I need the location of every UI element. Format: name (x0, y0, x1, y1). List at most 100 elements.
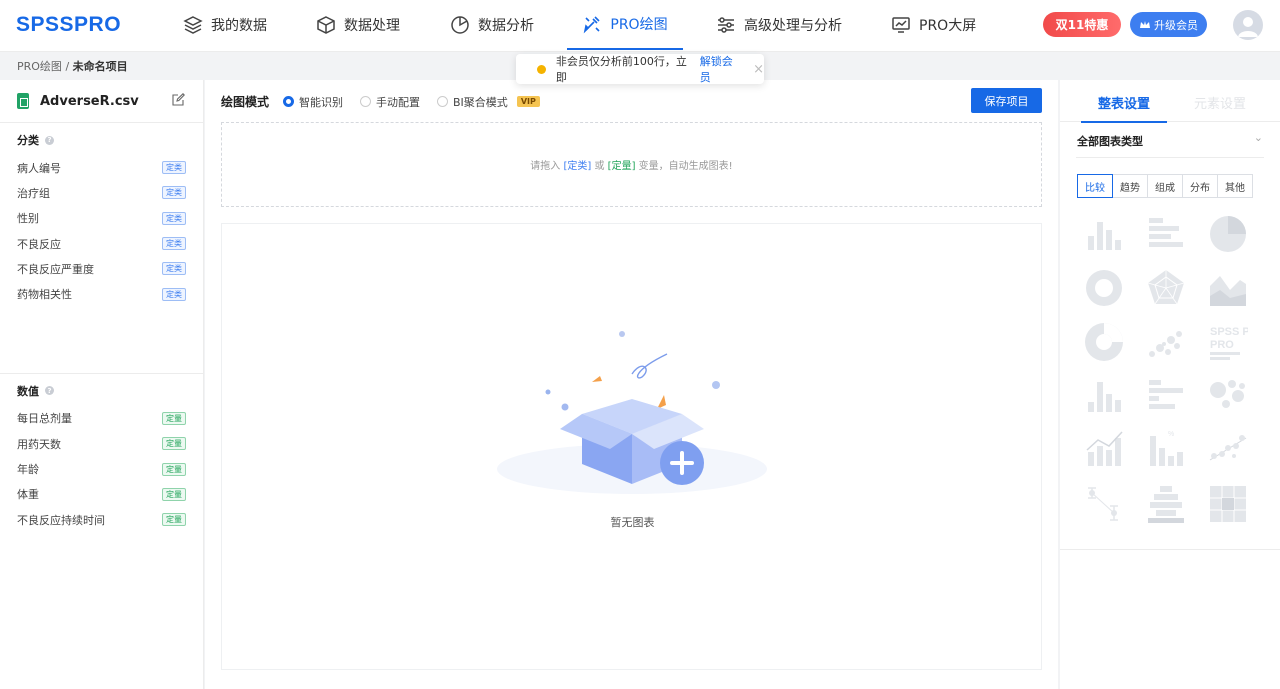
numeric-type-tag: 定量 (162, 487, 186, 501)
numeric-variable-item[interactable]: 不良反应持续时间 定量 (0, 507, 203, 532)
nav-pro-chart[interactable]: PRO绘图 (567, 0, 683, 50)
histogram-icon[interactable] (1084, 376, 1124, 416)
unlock-member-link[interactable]: 解锁会员 (700, 53, 743, 85)
divider (1076, 157, 1264, 158)
numeric-variable-item[interactable]: 用药天数 定量 (0, 431, 203, 456)
drop-hint-text: 请拖入 (530, 161, 561, 172)
categorical-variable-item[interactable]: 不良反应 定类 (0, 231, 203, 256)
horizontal-histogram-icon[interactable] (1146, 376, 1186, 416)
nav-data-processing[interactable]: 数据处理 (316, 0, 400, 50)
edit-icon[interactable] (172, 93, 185, 106)
section-label: 分类 (17, 134, 39, 147)
category-tab[interactable]: 比较 (1077, 174, 1113, 198)
sunburst-chart-icon[interactable] (1084, 322, 1124, 362)
radar-chart-icon[interactable] (1146, 268, 1186, 308)
categorical-type-tag: 定类 (162, 287, 186, 301)
mode-radio-bi[interactable]: BI聚合模式 VIP (437, 94, 540, 110)
breadcrumb-parent[interactable]: PRO绘图 (17, 60, 62, 73)
category-tab[interactable]: 分布 (1182, 174, 1218, 198)
cube-icon (317, 16, 335, 34)
percent-bar-icon[interactable]: % (1146, 430, 1186, 470)
numeric-section-title: 数值 ? (0, 378, 203, 404)
nav-data-analysis[interactable]: 数据分析 (450, 0, 534, 50)
chart-type-dropdown[interactable]: 全部图表类型 ⌄ (1077, 131, 1263, 149)
pie-icon (451, 16, 469, 34)
user-avatar-icon[interactable] (1233, 10, 1263, 40)
variable-name: 体重 (17, 488, 39, 502)
nav-my-data[interactable]: 我的数据 (183, 0, 267, 50)
mode-bar: 绘图模式 智能识别 手动配置 BI聚合模式 VIP (221, 89, 1041, 114)
numeric-variable-item[interactable]: 体重 定量 (0, 482, 203, 507)
empty-state-label: 暂无图表 (610, 516, 655, 529)
mode-radio-smart[interactable]: 智能识别 (283, 94, 343, 110)
scatter-chart-icon[interactable] (1146, 322, 1186, 362)
numeric-list: 每日总剂量 定量 用药天数 定量 年龄 定量 体重 定量 不良反应持续时间 定量 (0, 406, 203, 532)
promo-button[interactable]: 双11特惠 (1043, 12, 1121, 37)
bar-line-combo-icon[interactable] (1084, 430, 1124, 470)
top-navbar: SPSSPRO 我的数据 数据处理 数据分析 PRO绘图 高级处理与分析 PRO… (0, 0, 1280, 52)
spreadsheet-file-icon (17, 93, 29, 109)
numeric-type-tag: 定量 (162, 411, 186, 425)
close-icon[interactable]: × (753, 62, 764, 77)
nav-label: PRO大屏 (919, 18, 977, 34)
heatmap-icon[interactable] (1208, 484, 1248, 524)
funnel-bar-icon[interactable] (1146, 484, 1186, 524)
upgrade-member-button[interactable]: 升级会员 (1130, 12, 1207, 37)
category-tab[interactable]: 趋势 (1112, 174, 1148, 198)
categorical-variable-item[interactable]: 病人编号 定类 (0, 155, 203, 180)
logo[interactable]: SPSSPRO (16, 13, 121, 37)
svg-text:%: % (1168, 431, 1174, 438)
category-tab[interactable]: 组成 (1147, 174, 1183, 198)
crown-icon (1140, 20, 1150, 28)
help-icon[interactable]: ? (45, 135, 54, 145)
variable-name: 治疗组 (17, 186, 50, 200)
member-toast: 非会员仅分析前100行，立即 解锁会员 × (516, 54, 764, 84)
help-icon[interactable]: ? (45, 386, 54, 396)
donut-chart-icon[interactable] (1084, 268, 1124, 308)
categorical-type-tag: 定类 (162, 186, 186, 200)
dropdown-label: 全部图表类型 (1077, 135, 1143, 148)
categorical-variable-item[interactable]: 药物相关性 定类 (0, 281, 203, 306)
category-tab[interactable]: 其他 (1217, 174, 1253, 198)
tab-element-settings[interactable]: 元素设置 (1194, 93, 1246, 112)
breadcrumb: PRO绘图 / 未命名项目 (17, 58, 128, 74)
categorical-variable-item[interactable]: 不良反应严重度 定类 (0, 256, 203, 281)
radio-icon (360, 96, 372, 107)
tab-table-settings[interactable]: 整表设置 (1080, 93, 1168, 123)
numeric-variable-item[interactable]: 年龄 定量 (0, 456, 203, 481)
categorical-variable-item[interactable]: 性别 定类 (0, 206, 203, 231)
nav-label: 我的数据 (211, 18, 267, 34)
categorical-type-tag: 定类 (162, 237, 186, 251)
breadcrumb-current: 未命名项目 (72, 60, 128, 73)
settings-panel: 整表设置 元素设置 全部图表类型 ⌄ 比较趋势组成分布其他 SPSS PROPR… (1060, 80, 1280, 689)
variable-panel: AdverseR.csv 分类 ? 病人编号 定类 治疗组 定类 性别 定类 不良反应 定类不… (0, 80, 204, 689)
categorical-type-tag: 定类 (162, 262, 186, 276)
chart-canvas: 暂无图表 (221, 223, 1042, 670)
horizontal-bar-icon[interactable] (1146, 214, 1186, 254)
radio-icon (437, 96, 449, 107)
mode-radio-manual[interactable]: 手动配置 (360, 94, 420, 110)
variable-drop-zone[interactable]: 请拖入 [定类] 或 [定量] 变量，自动生成图表! (221, 122, 1042, 207)
chevron-down-icon: ⌄ (1253, 131, 1263, 144)
drop-hint-categorical: [定类] (563, 161, 592, 172)
wordcloud-text: SPSS PRO (1210, 326, 1248, 338)
nav-label: 数据处理 (344, 18, 400, 34)
error-bar-icon[interactable] (1084, 484, 1124, 524)
wordcloud-icon[interactable]: SPSS PROPRO (1208, 322, 1267, 362)
nav-pro-dashboard[interactable]: PRO大屏 (891, 0, 976, 50)
scatter-fit-icon[interactable] (1208, 430, 1248, 470)
variable-name: 不良反应严重度 (17, 262, 94, 276)
chart-workspace: 绘图模式 智能识别 手动配置 BI聚合模式 VIP 保存项目 请拖入 [定类] 或… (205, 80, 1058, 689)
area-chart-icon[interactable] (1208, 268, 1248, 308)
file-name: AdverseR.csv (40, 93, 139, 109)
nav-advanced[interactable]: 高级处理与分析 (716, 0, 842, 50)
variable-name: 用药天数 (17, 437, 61, 451)
numeric-variable-item[interactable]: 每日总剂量 定量 (0, 406, 203, 431)
divider (1060, 549, 1280, 550)
save-project-button[interactable]: 保存项目 (971, 88, 1042, 113)
categorical-variable-item[interactable]: 治疗组 定类 (0, 180, 203, 205)
pie-chart-icon[interactable] (1208, 214, 1248, 254)
numeric-type-tag: 定量 (162, 513, 186, 527)
bar-chart-icon[interactable] (1084, 214, 1124, 254)
bubble-chart-icon[interactable] (1208, 376, 1248, 416)
